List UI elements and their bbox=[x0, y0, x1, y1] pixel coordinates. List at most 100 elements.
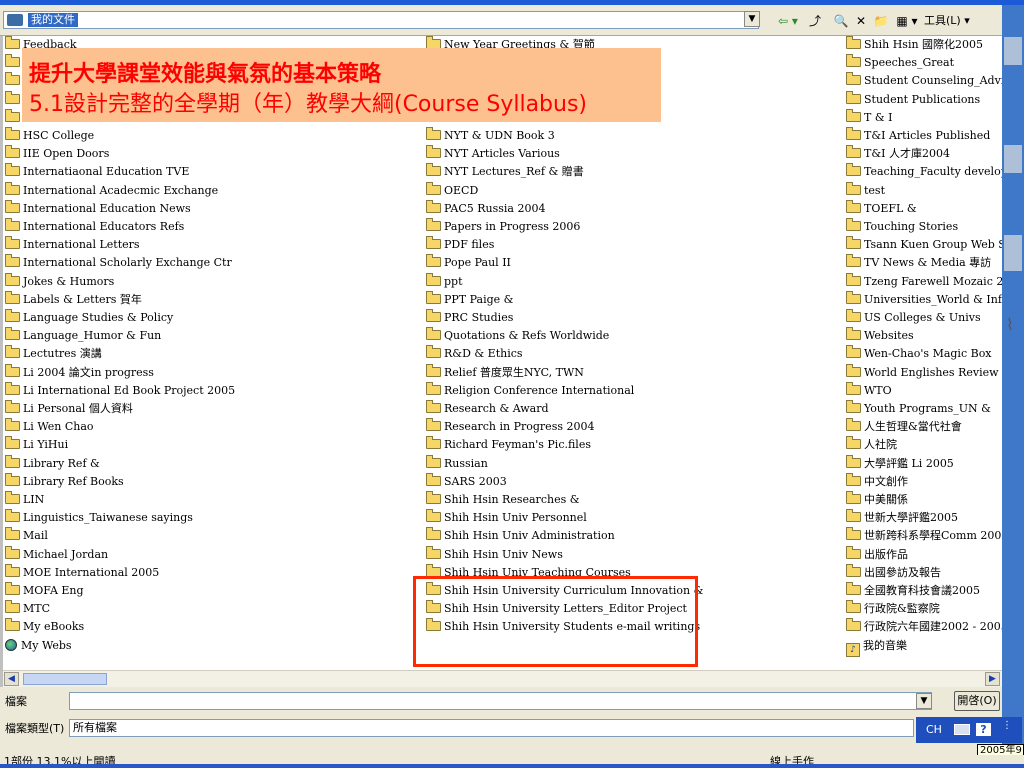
file-list-item[interactable]: Shih Hsin Univ Administration bbox=[426, 527, 615, 545]
file-list-item[interactable]: US Colleges & Univs bbox=[846, 309, 981, 327]
file-list-item[interactable]: IIE Open Doors bbox=[5, 145, 109, 163]
file-list-item[interactable]: Research & Award bbox=[426, 400, 549, 418]
file-list-item[interactable]: T & I bbox=[846, 108, 892, 127]
file-list-item[interactable]: 行政院&監察院 bbox=[846, 600, 940, 618]
file-list-item[interactable]: Jokes & Humors bbox=[5, 272, 114, 291]
file-list-item[interactable]: Li Wen Chao bbox=[5, 418, 94, 436]
file-list-item[interactable]: Library Ref Books bbox=[5, 472, 124, 491]
file-list-item[interactable]: 出國參訪及報告 bbox=[846, 563, 941, 582]
file-list-item[interactable]: T&I 人才庫2004 bbox=[846, 145, 950, 163]
file-list-item[interactable]: WTO bbox=[846, 381, 892, 400]
file-list-item[interactable]: World Englishes Review & bbox=[846, 363, 1002, 382]
file-list-item[interactable]: T&I Articles Published bbox=[846, 127, 990, 145]
file-list-item[interactable]: PAC5 Russia 2004 bbox=[426, 199, 545, 218]
file-list-item[interactable]: International Letters bbox=[5, 236, 140, 254]
up-folder-icon[interactable]: ⤴ bbox=[806, 13, 824, 29]
file-list-item[interactable]: Research in Progress 2004 bbox=[426, 418, 594, 436]
file-list-item[interactable]: MTC bbox=[5, 600, 50, 618]
file-list-item[interactable]: 人社院 bbox=[846, 436, 897, 454]
file-list-item[interactable]: Teaching_Faculty development bbox=[846, 163, 1002, 181]
file-list-item[interactable]: Library Ref & bbox=[5, 454, 100, 473]
file-list-item[interactable]: test bbox=[846, 181, 885, 200]
file-list-item[interactable]: Mail bbox=[5, 527, 48, 545]
file-list-item[interactable]: 全國教育科技會議2005 bbox=[846, 582, 980, 600]
file-list-item[interactable]: 中文創作 bbox=[846, 472, 908, 491]
file-list-item[interactable]: Lectutres 演講 bbox=[5, 345, 102, 363]
scroll-left-arrow-icon[interactable]: ◀ bbox=[4, 672, 19, 686]
filename-dropdown-button[interactable]: ▼ bbox=[916, 693, 932, 709]
file-list-item[interactable]: PDF files bbox=[426, 236, 494, 254]
file-list-item[interactable]: 世新跨科系學程Comm 2005 bbox=[846, 527, 1002, 545]
file-list-item[interactable]: Li Personal 個人資料 bbox=[5, 400, 133, 418]
ime-language-bar[interactable]: CH ? ⋮ bbox=[916, 717, 1022, 743]
file-list-item[interactable]: MOE International 2005 bbox=[5, 563, 159, 582]
file-list-item[interactable]: MOFA Eng bbox=[5, 582, 84, 600]
filetype-select[interactable]: 所有檔案 bbox=[69, 719, 914, 737]
file-list-item[interactable]: Universities_World & Info bbox=[846, 290, 1002, 309]
file-list-item[interactable]: Linguistics_Taiwanese sayings bbox=[5, 509, 193, 527]
file-list-item[interactable]: ♪ 我的音樂 bbox=[846, 637, 907, 657]
file-list-item[interactable]: Student Counseling_Advice bbox=[846, 72, 1002, 90]
scroll-right-arrow-icon[interactable]: ▶ bbox=[985, 672, 1000, 686]
file-list-item[interactable]: International Education News bbox=[5, 199, 191, 218]
file-list-item[interactable]: Language Studies & Policy bbox=[5, 309, 173, 327]
file-list-item[interactable]: HSC College bbox=[5, 127, 94, 145]
filename-input[interactable] bbox=[69, 692, 932, 710]
file-list-item[interactable]: International Scholarly Exchange Ctr bbox=[5, 254, 232, 272]
file-list-item[interactable]: NYT Lectures_Ref & 贈書 bbox=[426, 163, 584, 181]
new-folder-icon[interactable]: 📁 bbox=[872, 13, 890, 29]
file-list-item[interactable]: Youth Programs_UN & bbox=[846, 400, 991, 418]
file-list-item[interactable]: SARS 2003 bbox=[426, 472, 507, 491]
file-list-item[interactable]: My eBooks bbox=[5, 618, 84, 636]
help-icon[interactable]: ? bbox=[976, 723, 991, 736]
file-list-item[interactable]: TOEFL & bbox=[846, 199, 917, 218]
horizontal-scrollbar[interactable]: ◀ ▶ bbox=[3, 670, 1002, 687]
file-list-item[interactable]: Li International Ed Book Project 2005 bbox=[5, 381, 235, 400]
file-list-item[interactable]: Language_Humor & Fun bbox=[5, 327, 161, 345]
file-list-item[interactable]: 大學評鑑 Li 2005 bbox=[846, 454, 954, 473]
file-list-item[interactable]: Speeches_Great bbox=[846, 54, 954, 72]
file-list-item[interactable]: Internatiaonal Education TVE bbox=[5, 163, 189, 181]
file-list-item[interactable]: Richard Feyman's Pic.files bbox=[426, 436, 591, 454]
file-list-item[interactable]: Tzeng Farewell Mozaic 2005 bbox=[846, 272, 1002, 291]
file-list-item[interactable]: Pope Paul II bbox=[426, 254, 511, 272]
file-list-item[interactable]: TV News & Media 專訪 bbox=[846, 254, 991, 272]
file-list-item[interactable]: Touching Stories bbox=[846, 218, 958, 236]
file-list-item[interactable]: R&D & Ethics bbox=[426, 345, 523, 363]
file-list-item[interactable]: Student Publications bbox=[846, 90, 980, 109]
file-list-item[interactable]: Websites bbox=[846, 327, 914, 345]
file-list-item[interactable]: Li YiHui bbox=[5, 436, 68, 454]
file-list-item[interactable]: International Acadecmic Exchange bbox=[5, 181, 218, 200]
file-list-item[interactable]: Shih Hsin Univ News bbox=[426, 545, 563, 564]
file-list-item[interactable]: OECD bbox=[426, 181, 478, 200]
views-menu-icon[interactable]: ▦ ▾ bbox=[892, 13, 922, 29]
file-list-item[interactable]: Shih Hsin Researches & bbox=[426, 491, 580, 509]
file-list-item[interactable]: Shih Hsin 國際化2005 bbox=[846, 36, 983, 54]
file-list-item[interactable]: 出版作品 bbox=[846, 545, 908, 564]
file-list-item[interactable]: 行政院六年國建2002 - 2005 bbox=[846, 618, 1002, 636]
file-list-item[interactable]: Labels & Letters 賀年 bbox=[5, 290, 142, 309]
file-list-item[interactable]: Li 2004 論文in progress bbox=[5, 363, 154, 382]
file-list-item[interactable]: Shih Hsin Univ Personnel bbox=[426, 509, 587, 527]
back-arrow-icon[interactable]: ⇦ ▾ bbox=[770, 13, 806, 29]
file-list-item[interactable]: NYT & UDN Book 3 bbox=[426, 127, 555, 145]
file-list-item[interactable]: International Educators Refs bbox=[5, 218, 184, 236]
file-list-item[interactable]: 世新大學評鑑2005 bbox=[846, 509, 958, 527]
file-list-item[interactable]: NYT Articles Various bbox=[426, 145, 560, 163]
file-list-item[interactable]: 中美關係 bbox=[846, 491, 908, 509]
file-list-item[interactable]: Religion Conference International bbox=[426, 381, 634, 400]
file-list-item[interactable]: LIN bbox=[5, 491, 44, 509]
file-list-item[interactable]: Tsann Kuen Group Web Site bbox=[846, 236, 1002, 254]
ime-language[interactable]: CH bbox=[926, 723, 942, 736]
file-list-item[interactable]: Michael Jordan bbox=[5, 545, 108, 564]
open-button[interactable]: 開啓(O) bbox=[954, 691, 1000, 711]
file-list-item[interactable]: Quotations & Refs Worldwide bbox=[426, 327, 609, 345]
file-list-item[interactable]: PPT Paige & bbox=[426, 290, 513, 309]
look-in-dropdown-button[interactable]: ▼ bbox=[744, 11, 760, 27]
ime-options-icon[interactable]: ⋮ bbox=[1002, 720, 1012, 731]
file-list-item[interactable]: My Webs bbox=[5, 637, 72, 655]
file-list-item[interactable]: Wen-Chao's Magic Box bbox=[846, 345, 992, 363]
file-list-item[interactable]: PRC Studies bbox=[426, 309, 513, 327]
tools-menu[interactable]: 工具(L) ▾ bbox=[924, 13, 998, 29]
search-web-icon[interactable]: 🔍 bbox=[832, 13, 850, 29]
